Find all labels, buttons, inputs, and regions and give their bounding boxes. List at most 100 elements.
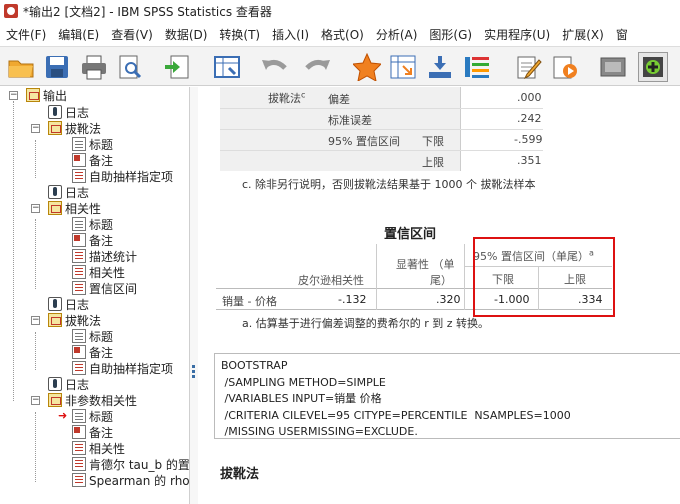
syntax-line: /CRITERIA CILEVEL=95 CITYPE=PERCENTILE N… [221, 408, 571, 422]
bootstrap-heading: 拔靴法 [220, 467, 260, 482]
tree-toggle[interactable]: − [31, 124, 40, 133]
star-icon[interactable] [352, 52, 382, 82]
tree-guide [13, 101, 14, 401]
menu-view[interactable]: 查看(V) [105, 26, 159, 43]
menu-transform[interactable]: 转换(T) [213, 26, 266, 43]
table-icon [72, 473, 86, 487]
tree-node-bootstrap-spec[interactable]: 自助抽样指定项 [72, 360, 173, 376]
significance-value: .320 [436, 293, 461, 306]
tree-node-correlations-table[interactable]: 相关性 [72, 440, 125, 456]
edit-icon[interactable] [514, 52, 544, 82]
bias-value: .000 [517, 91, 542, 104]
book-icon [48, 121, 62, 135]
menu-data[interactable]: 数据(D) [159, 26, 214, 43]
insert-icon[interactable] [638, 52, 668, 82]
tree-node-notes[interactable]: 备注 [72, 152, 113, 168]
notes-icon [72, 425, 86, 439]
tree-node-kendall-ci[interactable]: 肯德尔 tau_b 的置 [72, 456, 189, 472]
table-icon [72, 361, 86, 375]
run-icon[interactable] [550, 52, 580, 82]
chart-builder-icon[interactable] [462, 52, 492, 82]
ci-label: 95% 置信区间 [328, 135, 400, 148]
bias-label: 偏差 [328, 93, 350, 106]
bootstrap-table: 拔靴法c 偏差 .000 标准误差 .242 95% 置信区间 下限 -.599… [220, 87, 680, 171]
notes-icon [72, 345, 86, 359]
menu-edit[interactable]: 编辑(E) [52, 26, 105, 43]
tree-node-bootstrap[interactable]: 拔靴法 [48, 312, 101, 328]
row-label: 销量 - 价格 [222, 295, 277, 308]
menu-extensions[interactable]: 扩展(X) [556, 26, 610, 43]
ci-table: 皮尔逊相关性 显著性 （单 尾） 95% 置信区间（单尾）a 下限 上限 销量 … [216, 244, 612, 310]
menu-analyze[interactable]: 分析(A) [370, 26, 424, 43]
log-icon [48, 297, 62, 311]
tree-node-nonparametric[interactable]: 非参数相关性 [48, 392, 137, 408]
menu-format[interactable]: 格式(O) [315, 26, 370, 43]
redo-icon[interactable] [302, 52, 332, 82]
ci-table-title: 置信区间 [384, 227, 437, 242]
tree-node-title[interactable]: 标题 [72, 408, 113, 424]
ci-lower-label: 下限 [422, 135, 444, 148]
tree-node-notes[interactable]: 备注 [72, 424, 113, 440]
tree-node-descriptives[interactable]: 描述统计 [72, 248, 137, 264]
undo-icon[interactable] [260, 52, 290, 82]
book-icon [48, 201, 62, 215]
hide-icon[interactable] [598, 52, 628, 82]
lower-value: -1.000 [494, 293, 530, 306]
tree-node-title[interactable]: 标题 [72, 216, 113, 232]
std-error-value: .242 [517, 112, 542, 125]
table-icon [72, 281, 86, 295]
pearson-value: -.132 [338, 293, 367, 306]
col-significance: 显著性 （单 [396, 258, 455, 271]
table-icon [72, 169, 86, 183]
tree-toggle[interactable]: − [31, 396, 40, 405]
print-preview-icon[interactable] [115, 52, 145, 82]
save-icon[interactable] [42, 52, 72, 82]
export-icon[interactable] [162, 52, 192, 82]
goto-data-icon[interactable] [212, 52, 242, 82]
insert-var-icon[interactable] [425, 52, 455, 82]
print-icon[interactable] [79, 52, 109, 82]
menu-file[interactable]: 文件(F) [0, 26, 52, 43]
tree-node-correlations-table[interactable]: 相关性 [72, 264, 125, 280]
menu-graphs[interactable]: 图形(G) [423, 26, 478, 43]
tree-node-title[interactable]: 标题 [72, 136, 113, 152]
tree-node-root[interactable]: 输出 [26, 87, 67, 103]
tree-node-bootstrap-spec[interactable]: 自助抽样指定项 [72, 168, 173, 184]
tree-node-log[interactable]: 日志 [48, 184, 89, 200]
tree-guide [35, 219, 36, 289]
pivot-icon[interactable] [388, 52, 418, 82]
tree-node-log[interactable]: 日志 [48, 104, 89, 120]
tree-node-correlations[interactable]: 相关性 [48, 200, 101, 216]
tree-node-confidence-intervals[interactable]: 置信区间 [72, 280, 137, 296]
menu-utilities[interactable]: 实用程序(U) [478, 26, 556, 43]
tree-node-title[interactable]: 标题 [72, 328, 113, 344]
tree-node-bootstrap[interactable]: 拔靴法 [48, 120, 101, 136]
tree-toggle[interactable]: − [31, 316, 40, 325]
book-icon [48, 313, 62, 327]
table-icon [72, 265, 86, 279]
ci-footnote: a. 估算基于进行偏差调整的费希尔的 r 到 z 转换。 [242, 317, 490, 330]
tree-node-notes[interactable]: 备注 [72, 232, 113, 248]
tree-node-notes[interactable]: 备注 [72, 344, 113, 360]
splitter-grip-icon [192, 365, 195, 368]
notes-icon [72, 233, 86, 247]
tree-node-spearman-ci[interactable]: Spearman 的 rho | [72, 472, 189, 488]
tree-guide [35, 332, 36, 370]
toolbar [0, 46, 680, 86]
menu-insert[interactable]: 插入(I) [266, 26, 315, 43]
syntax-line: /VARIABLES INPUT=销量 价格 [221, 392, 382, 405]
log-icon [48, 105, 62, 119]
tree-guide [35, 412, 36, 482]
syntax-log[interactable]: BOOTSTRAP /SAMPLING METHOD=SIMPLE /VARIA… [214, 353, 680, 439]
tree-toggle[interactable]: − [9, 91, 18, 100]
pane-splitter[interactable] [190, 87, 198, 504]
tree-node-log[interactable]: 日志 [48, 296, 89, 312]
menu-window[interactable]: 窗 [610, 26, 634, 43]
tree-toggle[interactable]: − [31, 204, 40, 213]
output-content: 拔靴法c 偏差 .000 标准误差 .242 95% 置信区间 下限 -.599… [198, 87, 680, 504]
open-folder-icon[interactable] [6, 52, 36, 82]
upper-value: .334 [578, 293, 603, 306]
table-icon [72, 249, 86, 263]
tree-node-log[interactable]: 日志 [48, 376, 89, 392]
current-item-arrow-icon: ➜ [58, 409, 68, 422]
